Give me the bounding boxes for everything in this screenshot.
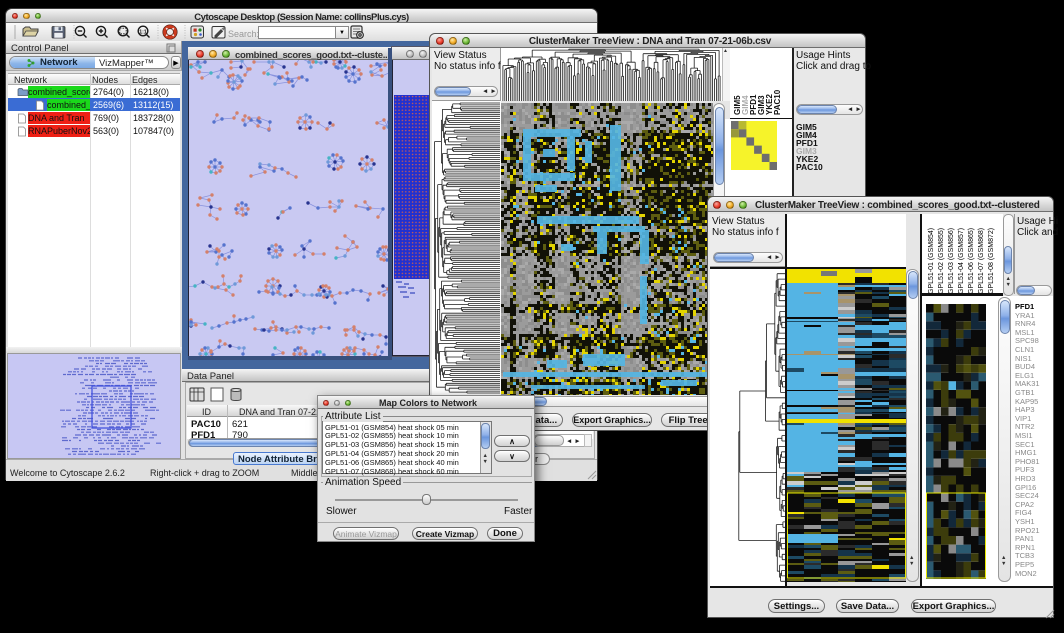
svg-text:1:1: 1:1 [139,29,147,35]
